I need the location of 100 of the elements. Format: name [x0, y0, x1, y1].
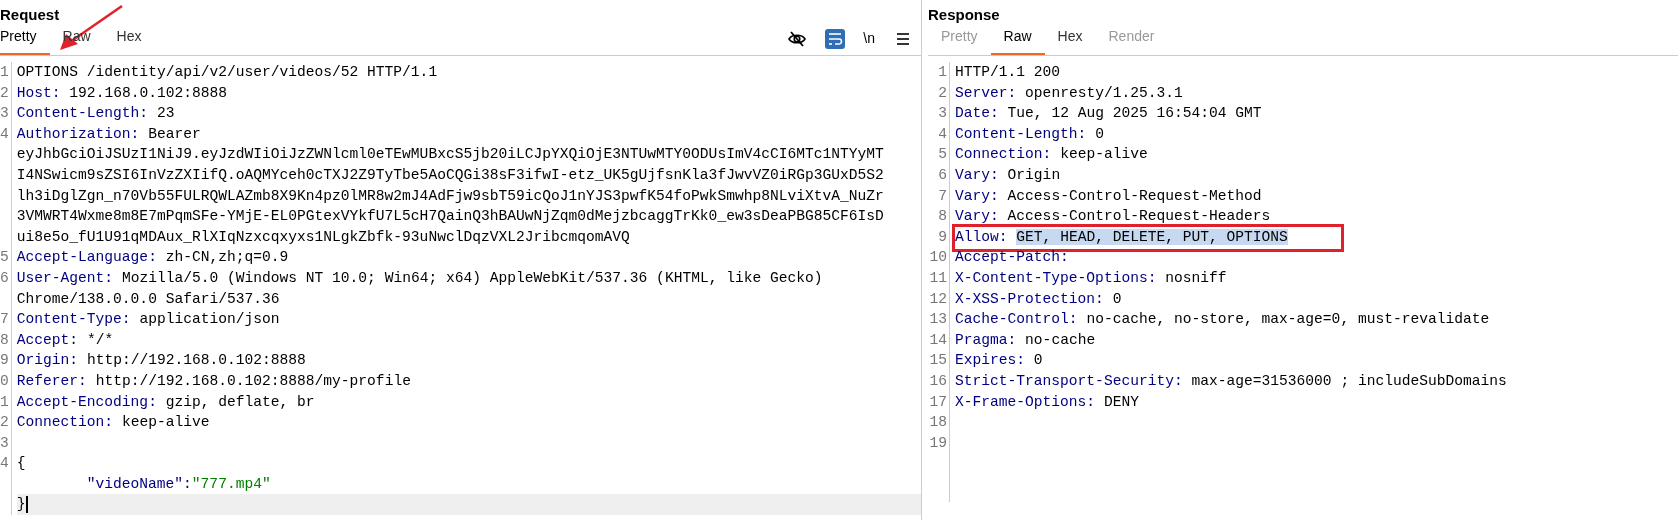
header-value: 0 [1095, 125, 1104, 142]
panel-title: Request [0, 5, 61, 25]
header-value: Bearer [148, 125, 201, 142]
header-value: 3VMWRT4Wxme8m8E7mPqmSFe-YMjE-EL0PGtexVYkfU7L5cH7QainQ3hBAUwNjZqm0dMejzbcaggTrKk0_ew3sDeaPBG85CF6IsD [16, 208, 884, 225]
header-name: Referer: [16, 372, 87, 389]
line-number: 13 [929, 311, 947, 328]
tab[interactable]: Hex [1044, 26, 1096, 55]
header-name: Accept-Encoding: [16, 393, 157, 410]
line-number: 6 [0, 269, 9, 286]
line-number: 7 [0, 311, 9, 328]
header-value: Access-Control-Request-Headers [1007, 208, 1271, 225]
header-name: Authorization: [16, 125, 140, 142]
line-number: 2 [0, 84, 9, 101]
line-number: 14 [929, 331, 947, 348]
header-name: X-XSS-Protection: [955, 290, 1104, 307]
line-number: 12 [929, 290, 947, 307]
newline-toggle[interactable]: \n [863, 28, 875, 49]
line-number: 16 [929, 372, 947, 389]
line-number: 3 [938, 105, 947, 122]
line-number: 4 [0, 455, 9, 472]
header-value: application/json [139, 311, 280, 328]
header-value: keep-alive [121, 414, 210, 431]
header-value: Chrome/138.0.0.0 Safari/537.36 [16, 290, 280, 307]
header-value: Tue, 12 Aug 2025 16:54:04 GMT [1007, 105, 1262, 122]
header-value: Origin [1007, 166, 1061, 183]
header-name: Content-Length: [16, 105, 149, 122]
header-name: Expires: [955, 352, 1026, 369]
line-number: 2 [0, 414, 9, 431]
start-line: OPTIONS /identity/api/v2/user/videos/52 HTTP/1.1 [16, 64, 438, 80]
line-number: 17 [929, 393, 947, 410]
header-name: Host: [16, 84, 61, 101]
line-number: 9 [938, 228, 947, 245]
line-number: 4 [0, 125, 9, 142]
line-number: 3 [0, 434, 9, 451]
json-value: "777.mp4" [191, 475, 271, 492]
header-name: Vary: [955, 187, 999, 204]
line-number: 2 [938, 84, 947, 101]
header-value: openresty/1.25.3.1 [1025, 84, 1183, 101]
header-value: */* [86, 331, 114, 348]
header-name: Accept-Language: [16, 249, 157, 266]
header-name: Server: [955, 84, 1017, 101]
header-value: ui8e5o_fU1U91qMDAux_RlXIqNzxcqxyxs1NLgkZbfk-93uNwclDqzVXL2JribcmqomAVQ [16, 228, 630, 245]
line-number: 7 [938, 187, 947, 204]
header-name: X-Frame-Options: [955, 393, 1096, 410]
header-name: Vary: [955, 166, 999, 183]
header-value: eyJhbGciOiJSUzI1NiJ9.eyJzdWIiOiJzZWNlcml0eTEwMUBxcS5jb20iLCJpYXQiOjE3NTUwMTY0ODUsImV4cCI6MTc1NTYyMT [16, 146, 884, 163]
line-number: 19 [929, 434, 947, 451]
header-value: I4NSwicm9sZSI6InVzZXIifQ.oAQMYceh0cTXJ2Z9TyTbe5AoCQGi38sF3ifwI-etz_UK5gUjfsnKla3fJwvVZ0iRGp3GUxD5S2 [16, 166, 884, 183]
header-value: zh-CN,zh;q=0.9 [165, 249, 289, 266]
wrap-toggle[interactable] [825, 28, 846, 49]
header-name: Accept: [16, 331, 79, 348]
header-name: Origin: [16, 352, 79, 369]
header-value: no-cache [1025, 331, 1096, 348]
line-number: 1 [0, 64, 9, 80]
tab[interactable]: Raw [990, 26, 1045, 55]
line-number: 1 [938, 64, 947, 80]
header-value: 23 [156, 105, 175, 122]
header-value: Access-Control-Request-Method [1007, 187, 1262, 204]
line-number: 5 [938, 146, 947, 163]
json-key: "videoName": [86, 475, 192, 492]
line-number: 8 [938, 208, 947, 225]
header-value: lh3iDglZgn_n70Vb55FULRQWLAZmb8X9Kn4pz0lMR8w2mJ4AdFjw9sbT59icQoJ1nYJS3pwfK54foPwkSmwhp8NLviXtvA_NuZr [16, 187, 884, 204]
header-value: nosniff [1165, 269, 1227, 286]
line-number: 1 [0, 393, 9, 410]
header-name: Content-Type: [16, 311, 131, 328]
header-name: Cache-Control: [955, 311, 1078, 328]
line-number: 5 [0, 249, 9, 266]
header-name: X-Content-Type-Options: [955, 269, 1157, 286]
tab[interactable]: Pretty [0, 26, 50, 55]
header-name: Vary: [955, 208, 999, 225]
start-line: HTTP/1.1 200 [955, 64, 1061, 80]
header-name: User-Agent: [16, 269, 114, 286]
header-value: 0 [1112, 290, 1122, 307]
json-brace: } [16, 496, 26, 513]
line-number: 4 [938, 125, 947, 142]
header-value: 192.168.0.102:8888 [69, 84, 227, 101]
header-value: 0 [1033, 352, 1043, 369]
tab[interactable]: Hex [103, 26, 155, 55]
line-number: 9 [0, 352, 9, 369]
header-value: keep-alive [1060, 146, 1148, 163]
line-number: 15 [929, 352, 947, 369]
header-value: http://192.168.0.102:8888 [86, 352, 306, 369]
header-name: Allow: [955, 228, 1008, 245]
header-name: Pragma: [955, 331, 1017, 348]
header-name: Accept-Patch: [955, 249, 1069, 266]
header-value: no-cache, no-store, max-age=0, must-revalidate [1086, 311, 1490, 328]
header-value: http://192.168.0.102:8888/my-profile [95, 372, 411, 389]
header-name: Connection: [955, 146, 1052, 163]
line-number: 0 [0, 372, 9, 389]
header-name: Content-Length: [955, 125, 1087, 142]
line-number: 3 [0, 105, 9, 122]
header-value: max-age=31536000 ; includeSubDomains [1191, 372, 1507, 389]
text-cursor [25, 496, 28, 514]
header-name: Connection: [16, 414, 114, 431]
header-value: DENY [1103, 393, 1139, 410]
header-value: gzip, deflate, br [165, 393, 315, 410]
header-name: Strict-Transport-Security: [955, 372, 1183, 389]
line-number: 10 [929, 249, 947, 266]
header-value: GET, HEAD, DELETE, PUT, OPTIONS [1016, 228, 1288, 245]
panel-title: Response [928, 5, 1001, 25]
